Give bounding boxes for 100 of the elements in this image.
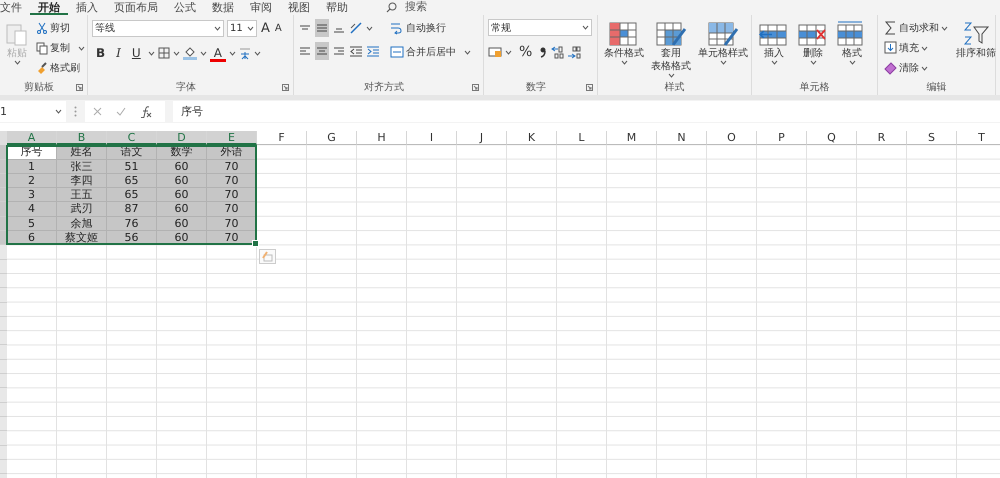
column-header[interactable]: F — [257, 131, 307, 146]
menu-tab[interactable]: 公式 — [166, 0, 204, 15]
fill-down-icon — [884, 41, 897, 55]
table-cell: 武刃 — [57, 202, 107, 217]
ribbon-button[interactable]: 自动求和 — [882, 19, 950, 37]
column-header[interactable]: L — [557, 131, 607, 146]
column-header[interactable]: T — [957, 131, 1000, 146]
font-field[interactable]: 等线 — [92, 20, 224, 36]
ribbon-button[interactable]: 合并后居中 — [388, 43, 474, 61]
column-header[interactable]: B — [57, 131, 107, 146]
group-label: 剪贴板 — [23, 81, 55, 94]
orientation-icon[interactable] — [349, 22, 363, 34]
menu-tab[interactable]: 帮助 — [318, 0, 356, 15]
menu-tab[interactable]: 视图 — [280, 0, 318, 15]
align-button[interactable] — [315, 19, 329, 37]
underline-button[interactable]: U — [128, 44, 145, 62]
dialog-launcher-icon[interactable] — [586, 84, 593, 91]
caret-icon — [620, 60, 628, 65]
ribbon-button[interactable]: 条件格式 — [602, 19, 646, 80]
ribbon-button[interactable]: 套用 表格格式 — [649, 19, 693, 80]
column-header[interactable]: Q — [807, 131, 857, 146]
shrink-font-button[interactable]: A — [274, 19, 283, 37]
menu-tab[interactable]: 数据 — [204, 0, 242, 15]
decrease-indent-icon[interactable] — [349, 46, 363, 56]
column-header[interactable]: N — [657, 131, 707, 146]
table-cell: 1 — [7, 160, 57, 174]
number-format-field[interactable]: 常规 — [488, 19, 592, 36]
menu-tab[interactable]: 文件 — [0, 0, 30, 15]
ribbon-button[interactable]: 格式 — [834, 19, 870, 80]
column-header[interactable]: G — [307, 131, 357, 146]
align-button[interactable] — [315, 42, 329, 60]
search-icon[interactable] — [386, 2, 397, 12]
search-label[interactable]: 搜索 — [405, 0, 427, 14]
column-header[interactable]: H — [357, 131, 407, 146]
decrease-decimal-icon[interactable] — [567, 46, 582, 58]
name-box[interactable]: 1 — [0, 101, 66, 122]
column-header[interactable]: R — [857, 131, 907, 146]
increase-decimal-icon[interactable] — [550, 46, 564, 58]
ribbon-button[interactable]: 插入 — [756, 19, 792, 80]
column-header[interactable]: O — [707, 131, 757, 146]
brush-icon — [36, 62, 48, 74]
table-cell: 60 — [157, 174, 207, 188]
group-label: 编辑 — [926, 81, 948, 94]
italic-button[interactable]: I — [112, 44, 125, 62]
caret-icon — [172, 50, 180, 56]
comma-style-icon[interactable] — [539, 46, 548, 58]
table-cell: 5 — [7, 216, 57, 232]
function-icon[interactable] — [140, 106, 152, 118]
ribbon-button[interactable]: 删除 — [795, 19, 831, 80]
dialog-launcher-icon[interactable] — [472, 84, 479, 91]
size-field[interactable]: 11 — [227, 20, 257, 36]
enter-icon[interactable] — [116, 107, 126, 116]
dialog-launcher-icon[interactable] — [76, 84, 83, 91]
caret-icon — [921, 46, 928, 50]
column-header[interactable]: S — [907, 131, 957, 146]
ribbon-button[interactable]: 格式刷 — [34, 59, 88, 77]
grow-font-button[interactable]: A — [260, 19, 271, 37]
table-cell: 张三 — [57, 160, 107, 174]
table-cell: 65 — [107, 174, 157, 188]
borders-icon[interactable] — [158, 47, 170, 59]
menu-tab[interactable]: 插入 — [68, 0, 106, 15]
table-cell: 王五 — [57, 188, 107, 202]
phonetic-guide-icon[interactable] — [238, 46, 251, 60]
ribbon-button[interactable]: 排序和筛 — [954, 19, 998, 80]
fill-handle[interactable] — [252, 240, 259, 248]
accounting-icon[interactable] — [488, 46, 502, 58]
percent-button[interactable]: % — [515, 43, 536, 61]
column-header[interactable]: C — [107, 131, 157, 146]
menu-tab[interactable]: 审阅 — [242, 0, 280, 15]
caret-icon — [148, 50, 155, 56]
cell-style-icon — [707, 21, 739, 47]
ribbon-button[interactable]: 清除 — [882, 59, 950, 77]
increase-indent-icon[interactable] — [366, 46, 380, 56]
column-header[interactable]: A — [7, 131, 57, 146]
column-header[interactable]: I — [407, 131, 457, 146]
column-header[interactable]: E — [207, 131, 257, 146]
ribbon-button[interactable]: 自动换行 — [388, 19, 474, 37]
column-header[interactable]: J — [457, 131, 507, 146]
column-header[interactable]: D — [157, 131, 207, 146]
table-style-icon — [655, 21, 687, 47]
bold-button[interactable]: B — [92, 44, 110, 62]
ribbon-button[interactable]: 复制 — [34, 39, 88, 57]
group-label: 样式 — [664, 81, 686, 94]
ribbon-button[interactable]: 剪切 — [34, 19, 88, 37]
table-cell: 87 — [107, 202, 157, 217]
column-header[interactable]: M — [607, 131, 657, 146]
formula-field[interactable]: 序号 — [173, 101, 1000, 122]
cancel-icon[interactable] — [93, 107, 102, 116]
column-header[interactable]: P — [757, 131, 807, 146]
font-color-button[interactable]: A — [210, 44, 226, 62]
menu-tab[interactable]: 开始 — [30, 0, 68, 15]
dialog-launcher-icon[interactable] — [282, 84, 289, 91]
sigma-icon — [884, 21, 897, 35]
ribbon-button[interactable]: 单元格样式 — [696, 19, 750, 80]
column-header[interactable]: K — [507, 131, 557, 146]
ribbon-button[interactable]: 填充 — [882, 39, 950, 57]
group-label: 数字 — [525, 81, 547, 94]
menu-tab[interactable]: 页面布局 — [106, 0, 166, 15]
eraser-icon — [884, 61, 897, 75]
fill-bucket-icon[interactable] — [182, 46, 197, 60]
